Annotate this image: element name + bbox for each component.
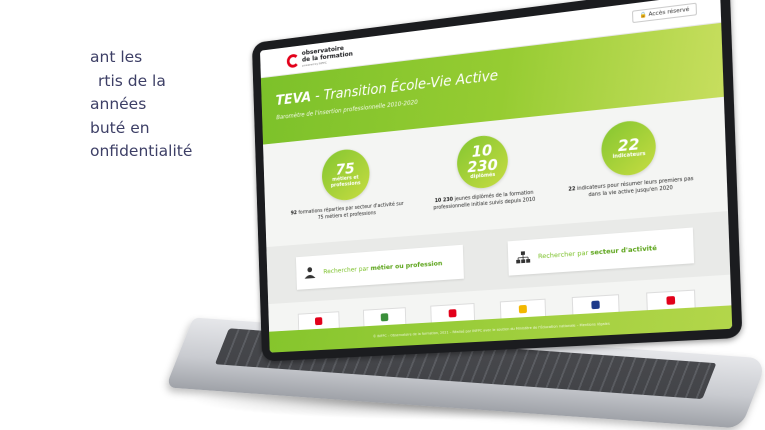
search-keyword: métier ou profession [370, 259, 442, 272]
worker-icon [303, 266, 316, 278]
stat-circle: 75 métiers et professions [321, 147, 370, 202]
laptop-mockup: observatoire de la formation powered by … [150, 0, 765, 430]
website-viewport: observatoire de la formation powered by … [260, 0, 732, 353]
partner-mark-icon [666, 296, 675, 305]
stat-number: 10 230 [457, 142, 509, 177]
partner-mark-icon [449, 309, 457, 317]
partner-mark-icon [591, 301, 600, 310]
partner-mark-icon [519, 305, 527, 314]
stat-description: 22 indicateurs pour résumer leurs premie… [563, 175, 699, 200]
stat-label: indicateurs [612, 152, 645, 161]
logo-icon [287, 53, 300, 68]
restricted-access-label: Accès réservé [648, 7, 689, 18]
search-prefix: Rechercher par [538, 249, 591, 261]
laptop-screen: observatoire de la formation powered by … [252, 0, 743, 362]
stat-desc-text: formations réparties par secteur d'activ… [297, 201, 404, 220]
lock-icon: 🔒 [639, 12, 646, 19]
stat-label: métiers et professions [322, 175, 370, 190]
search-by-profession-button[interactable]: Rechercher par métier ou profession [296, 245, 464, 290]
search-prefix: Rechercher par [323, 264, 370, 275]
partner-mark-icon [381, 313, 389, 321]
site-logo[interactable]: observatoire de la formation powered by … [287, 44, 354, 71]
org-chart-icon [516, 251, 530, 264]
search-by-sector-button[interactable]: Rechercher par secteur d'activité [508, 228, 694, 276]
stat-description: 92 formations réparties par secteur d'ac… [288, 201, 407, 224]
partner-mark-icon [315, 317, 322, 325]
stat-circle: 10 230 diplômés [456, 133, 508, 190]
title-brand: TEVA [275, 90, 311, 109]
restricted-access-button[interactable]: 🔒 Accès réservé [632, 3, 697, 24]
search-keyword: secteur d'activité [590, 244, 657, 257]
stat-professions: 75 métiers et professions 92 formations … [286, 144, 408, 246]
stat-indicators: 22 indicateurs 22 indicateurs pour résum… [561, 114, 700, 223]
footer-text: © INFPC – Observatoire de la formation, … [373, 322, 610, 339]
stat-label: diplômés [470, 173, 495, 181]
stat-graduates: 10 230 diplômés 10 230 jeunes diplômés d… [419, 130, 549, 235]
stat-circle: 22 indicateurs [601, 119, 657, 178]
stat-desc-text: indicateurs pour résumer leurs premiers … [575, 176, 693, 198]
stat-description: 10 230 jeunes diplômés de la formation p… [421, 188, 548, 212]
